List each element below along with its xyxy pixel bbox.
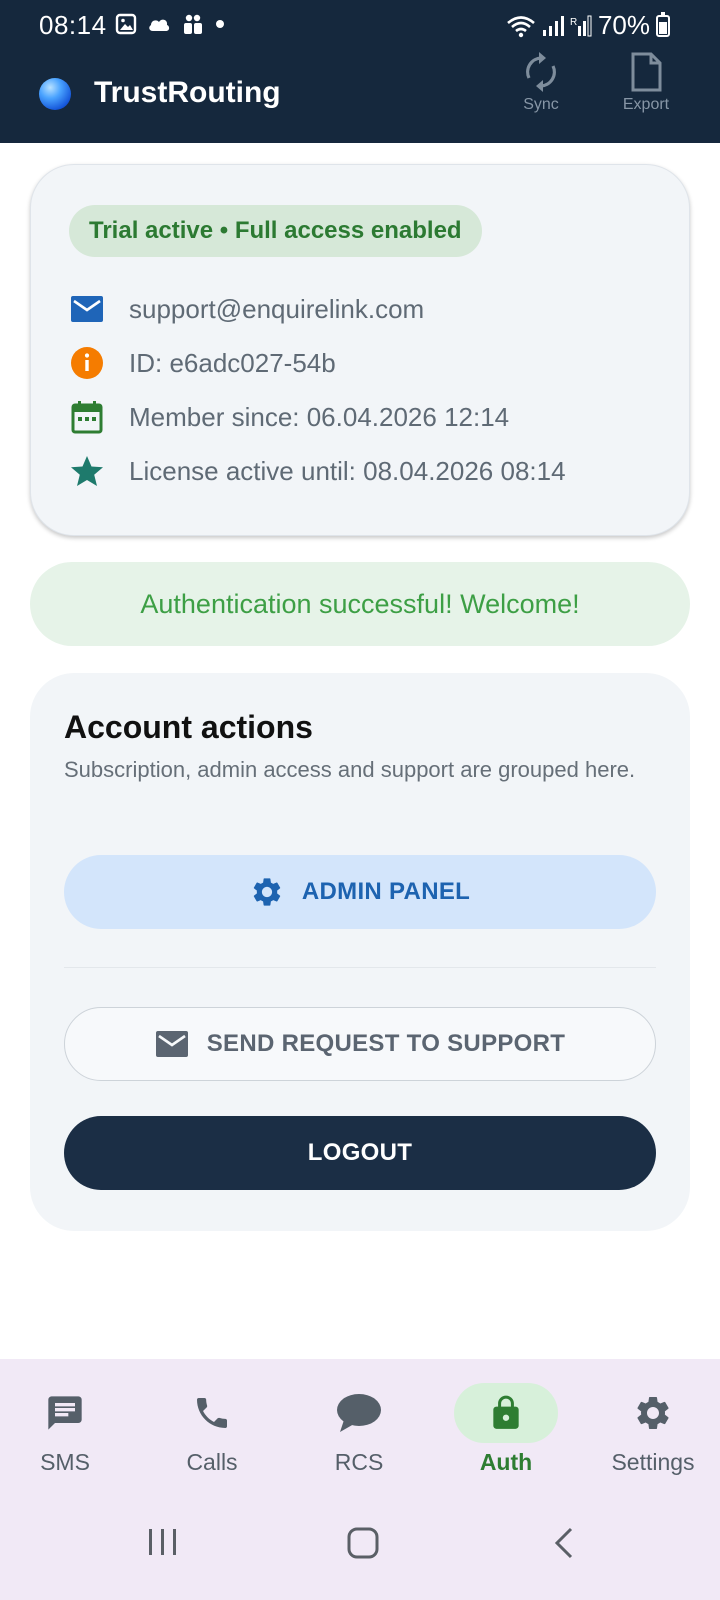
license-row: License active until: 08.04.2026 08:14 <box>69 451 566 491</box>
nav-label-auth: Auth <box>479 1449 533 1475</box>
nav-item-auth[interactable]: Auth <box>446 1359 566 1476</box>
nav-item-rcs[interactable]: RCS <box>299 1359 419 1476</box>
email-icon <box>155 1030 189 1058</box>
nav-label-sms: SMS <box>40 1449 90 1475</box>
people-icon <box>184 14 202 34</box>
top-header: 08:14 R 70% TrustRouting Sync Export <box>0 0 720 143</box>
email-icon <box>69 291 105 327</box>
info-icon <box>69 345 105 381</box>
admin-panel-button[interactable]: ADMIN PANEL <box>64 855 656 929</box>
trial-status-badge: Trial active • Full access enabled <box>69 205 482 257</box>
battery-icon <box>656 11 670 37</box>
cloud-icon <box>149 19 170 31</box>
system-navigation-bar <box>0 1487 720 1600</box>
nav-label-calls: Calls <box>186 1449 238 1475</box>
license-text: License active until: 08.04.2026 08:14 <box>129 455 566 486</box>
signal-roaming-icon: R <box>570 15 592 36</box>
bottom-navigation: SMS Calls RCS Auth Settings <box>0 1359 720 1487</box>
lock-icon <box>493 1395 519 1429</box>
export-button[interactable]: Export <box>606 52 686 114</box>
gear-icon <box>637 1397 669 1429</box>
signal-icon <box>542 15 564 36</box>
app-title: TrustRouting <box>94 76 281 109</box>
wifi-icon <box>507 15 535 37</box>
member-since-text: Member since: 06.04.2026 12:14 <box>129 401 510 432</box>
chat-bubble-icon <box>337 1394 381 1432</box>
nav-item-settings[interactable]: Settings <box>593 1359 713 1476</box>
status-right: R 70% <box>506 10 670 41</box>
phone-icon <box>197 1398 227 1428</box>
nav-item-sms[interactable]: SMS <box>5 1359 125 1476</box>
svg-text:R: R <box>570 17 577 28</box>
star-icon <box>69 453 105 489</box>
battery-percent: 70% <box>597 10 650 40</box>
account-actions-subtitle: Subscription, admin access and support a… <box>64 757 636 782</box>
admin-panel-label: ADMIN PANEL <box>301 878 471 905</box>
email-text: support@enquirelink.com <box>129 293 425 324</box>
status-time: 08:14 <box>39 10 107 40</box>
nav-item-calls[interactable]: Calls <box>152 1359 272 1476</box>
sync-icon <box>526 52 556 92</box>
notification-icons <box>115 13 225 35</box>
nav-label-rcs: RCS <box>334 1449 384 1475</box>
email-row: support@enquirelink.com <box>69 289 424 329</box>
sms-icon <box>48 1396 82 1430</box>
active-indicator <box>454 1383 558 1443</box>
send-support-request-label: SEND REQUEST TO SUPPORT <box>206 1030 566 1057</box>
gear-icon <box>250 875 284 909</box>
id-text: ID: e6adc027-54b <box>129 347 336 378</box>
recent-apps-icon[interactable] <box>146 1527 180 1557</box>
auth-success-banner: Authentication successful! Welcome! <box>30 562 690 646</box>
document-icon <box>631 52 662 92</box>
export-label: Export <box>622 96 670 113</box>
account-actions-card: Account actions Subscription, admin acce… <box>30 673 690 1231</box>
member-since-row: Member since: 06.04.2026 12:14 <box>69 397 509 437</box>
app-logo-icon <box>39 78 71 110</box>
account-actions-title: Account actions <box>64 709 313 745</box>
profile-card: Trial active • Full access enabled suppo… <box>30 164 690 536</box>
image-notification-icon <box>115 13 137 35</box>
status-bar: 08:14 R 70% <box>0 0 720 52</box>
back-icon[interactable] <box>553 1527 575 1559</box>
dot-icon <box>216 20 224 28</box>
nav-label-settings: Settings <box>611 1449 695 1475</box>
id-row: ID: e6adc027-54b <box>69 343 336 383</box>
home-icon[interactable] <box>347 1527 379 1559</box>
sync-button[interactable]: Sync <box>501 52 581 114</box>
logout-button[interactable]: LOGOUT <box>64 1116 656 1190</box>
sync-label: Sync <box>523 96 559 113</box>
calendar-icon <box>69 399 105 435</box>
send-support-request-button[interactable]: SEND REQUEST TO SUPPORT <box>64 1007 656 1081</box>
app-bar: TrustRouting Sync Export <box>0 52 720 143</box>
divider <box>64 967 656 968</box>
